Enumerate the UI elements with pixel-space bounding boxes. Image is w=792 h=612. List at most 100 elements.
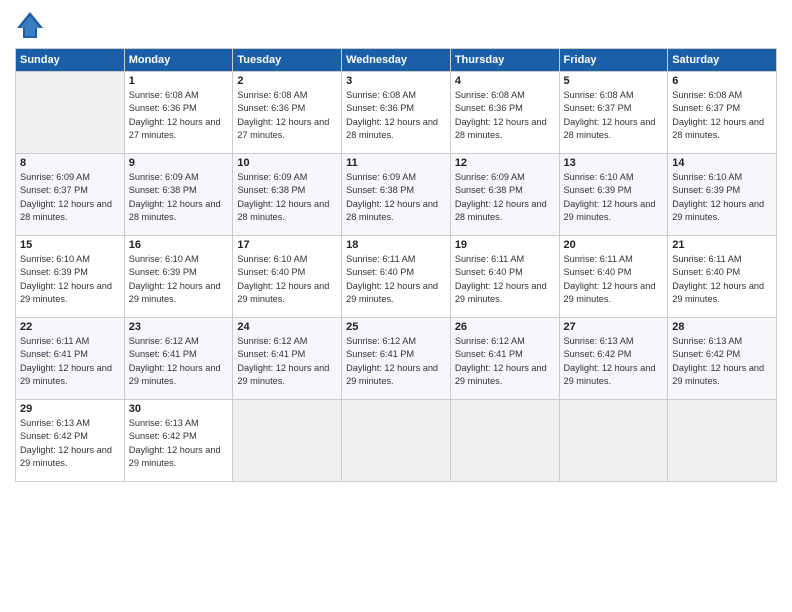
calendar-cell: 5 Sunrise: 6:08 AMSunset: 6:37 PMDaylight… bbox=[559, 72, 668, 154]
calendar-cell: 27 Sunrise: 6:13 AMSunset: 6:42 PMDayligh… bbox=[559, 318, 668, 400]
day-info: Sunrise: 6:13 AMSunset: 6:42 PMDaylight:… bbox=[20, 417, 120, 470]
day-info: Sunrise: 6:10 AMSunset: 6:39 PMDaylight:… bbox=[20, 253, 120, 306]
day-info: Sunrise: 6:10 AMSunset: 6:39 PMDaylight:… bbox=[564, 171, 664, 224]
day-number: 2 bbox=[237, 75, 337, 87]
calendar-cell: 4Sunrise: 6:08 AMSunset: 6:36 PMDaylight… bbox=[450, 72, 559, 154]
calendar-cell: 18 Sunrise: 6:11 AMSunset: 6:40 PMDayligh… bbox=[342, 236, 451, 318]
day-number: 6 bbox=[672, 75, 772, 87]
calendar-cell: 20 Sunrise: 6:11 AMSunset: 6:40 PMDayligh… bbox=[559, 236, 668, 318]
page: SundayMondayTuesdayWednesdayThursdayFrid… bbox=[0, 0, 792, 612]
day-info: Sunrise: 6:09 AMSunset: 6:38 PMDaylight:… bbox=[346, 171, 446, 224]
calendar-cell bbox=[450, 400, 559, 482]
calendar-cell: 9Sunrise: 6:09 AMSunset: 6:38 PMDaylight… bbox=[124, 154, 233, 236]
day-number: 22 bbox=[20, 321, 120, 333]
calendar-cell: 22 Sunrise: 6:11 AMSunset: 6:41 PMDayligh… bbox=[16, 318, 125, 400]
day-number: 30 bbox=[129, 403, 229, 415]
day-info: Sunrise: 6:10 AMSunset: 6:39 PMDaylight:… bbox=[672, 171, 772, 224]
day-info: Sunrise: 6:08 AMSunset: 6:36 PMDaylight:… bbox=[346, 89, 446, 142]
day-number: 27 bbox=[564, 321, 664, 333]
day-info: Sunrise: 6:13 AMSunset: 6:42 PMDaylight:… bbox=[672, 335, 772, 388]
day-number: 18 bbox=[346, 239, 446, 251]
calendar-cell: 19 Sunrise: 6:11 AMSunset: 6:40 PMDayligh… bbox=[450, 236, 559, 318]
calendar-cell: 8 Sunrise: 6:09 AMSunset: 6:37 PMDaylight… bbox=[16, 154, 125, 236]
day-info: Sunrise: 6:08 AMSunset: 6:37 PMDaylight:… bbox=[564, 89, 664, 142]
day-number: 20 bbox=[564, 239, 664, 251]
day-info: Sunrise: 6:13 AMSunset: 6:42 PMDaylight:… bbox=[564, 335, 664, 388]
day-number: 4 bbox=[455, 75, 555, 87]
calendar-day-header: Friday bbox=[559, 49, 668, 72]
calendar-cell: 26Sunrise: 6:12 AMSunset: 6:41 PMDayligh… bbox=[450, 318, 559, 400]
day-info: Sunrise: 6:09 AMSunset: 6:37 PMDaylight:… bbox=[20, 171, 120, 224]
day-info: Sunrise: 6:12 AMSunset: 6:41 PMDaylight:… bbox=[237, 335, 337, 388]
day-info: Sunrise: 6:09 AMSunset: 6:38 PMDaylight:… bbox=[455, 171, 555, 224]
calendar-cell bbox=[559, 400, 668, 482]
day-number: 24 bbox=[237, 321, 337, 333]
day-number: 15 bbox=[20, 239, 120, 251]
day-number: 5 bbox=[564, 75, 664, 87]
day-number: 13 bbox=[564, 157, 664, 169]
calendar-day-header: Thursday bbox=[450, 49, 559, 72]
day-info: Sunrise: 6:09 AMSunset: 6:38 PMDaylight:… bbox=[237, 171, 337, 224]
calendar-cell: 16Sunrise: 6:10 AMSunset: 6:39 PMDayligh… bbox=[124, 236, 233, 318]
calendar-cell: 15 Sunrise: 6:10 AMSunset: 6:39 PMDayligh… bbox=[16, 236, 125, 318]
calendar-cell: 11 Sunrise: 6:09 AMSunset: 6:38 PMDayligh… bbox=[342, 154, 451, 236]
day-info: Sunrise: 6:08 AMSunset: 6:36 PMDaylight:… bbox=[237, 89, 337, 142]
day-number: 29 bbox=[20, 403, 120, 415]
day-info: Sunrise: 6:08 AMSunset: 6:36 PMDaylight:… bbox=[129, 89, 229, 142]
calendar-cell: 30 Sunrise: 6:13 AMSunset: 6:42 PMDayligh… bbox=[124, 400, 233, 482]
calendar-cell: 12 Sunrise: 6:09 AMSunset: 6:38 PMDayligh… bbox=[450, 154, 559, 236]
calendar-day-header: Sunday bbox=[16, 49, 125, 72]
day-info: Sunrise: 6:12 AMSunset: 6:41 PMDaylight:… bbox=[129, 335, 229, 388]
calendar-day-header: Monday bbox=[124, 49, 233, 72]
calendar-day-header: Saturday bbox=[668, 49, 777, 72]
day-number: 17 bbox=[237, 239, 337, 251]
header bbox=[15, 10, 777, 40]
calendar-cell: 13 Sunrise: 6:10 AMSunset: 6:39 PMDayligh… bbox=[559, 154, 668, 236]
calendar-week-row: 8 Sunrise: 6:09 AMSunset: 6:37 PMDaylight… bbox=[16, 154, 777, 236]
calendar-cell: 24 Sunrise: 6:12 AMSunset: 6:41 PMDayligh… bbox=[233, 318, 342, 400]
day-info: Sunrise: 6:11 AMSunset: 6:41 PMDaylight:… bbox=[20, 335, 120, 388]
calendar-cell bbox=[342, 400, 451, 482]
day-info: Sunrise: 6:11 AMSunset: 6:40 PMDaylight:… bbox=[672, 253, 772, 306]
day-number: 11 bbox=[346, 157, 446, 169]
calendar-cell: 2 Sunrise: 6:08 AMSunset: 6:36 PMDaylight… bbox=[233, 72, 342, 154]
calendar-cell: 23 Sunrise: 6:12 AMSunset: 6:41 PMDayligh… bbox=[124, 318, 233, 400]
day-info: Sunrise: 6:10 AMSunset: 6:39 PMDaylight:… bbox=[129, 253, 229, 306]
calendar-cell bbox=[16, 72, 125, 154]
calendar-table: SundayMondayTuesdayWednesdayThursdayFrid… bbox=[15, 48, 777, 482]
calendar-header-row: SundayMondayTuesdayWednesdayThursdayFrid… bbox=[16, 49, 777, 72]
logo bbox=[15, 10, 49, 40]
day-info: Sunrise: 6:08 AMSunset: 6:37 PMDaylight:… bbox=[672, 89, 772, 142]
day-number: 8 bbox=[20, 157, 120, 169]
day-info: Sunrise: 6:10 AMSunset: 6:40 PMDaylight:… bbox=[237, 253, 337, 306]
calendar-day-header: Wednesday bbox=[342, 49, 451, 72]
day-number: 14 bbox=[672, 157, 772, 169]
day-info: Sunrise: 6:11 AMSunset: 6:40 PMDaylight:… bbox=[564, 253, 664, 306]
day-info: Sunrise: 6:12 AMSunset: 6:41 PMDaylight:… bbox=[455, 335, 555, 388]
calendar-cell: 21 Sunrise: 6:11 AMSunset: 6:40 PMDayligh… bbox=[668, 236, 777, 318]
calendar-cell bbox=[668, 400, 777, 482]
calendar-week-row: 15 Sunrise: 6:10 AMSunset: 6:39 PMDayligh… bbox=[16, 236, 777, 318]
calendar-cell: 6 Sunrise: 6:08 AMSunset: 6:37 PMDaylight… bbox=[668, 72, 777, 154]
day-number: 3 bbox=[346, 75, 446, 87]
calendar-cell bbox=[233, 400, 342, 482]
day-info: Sunrise: 6:11 AMSunset: 6:40 PMDaylight:… bbox=[346, 253, 446, 306]
day-number: 23 bbox=[129, 321, 229, 333]
day-number: 25 bbox=[346, 321, 446, 333]
day-number: 19 bbox=[455, 239, 555, 251]
day-number: 21 bbox=[672, 239, 772, 251]
day-info: Sunrise: 6:12 AMSunset: 6:41 PMDaylight:… bbox=[346, 335, 446, 388]
day-info: Sunrise: 6:11 AMSunset: 6:40 PMDaylight:… bbox=[455, 253, 555, 306]
calendar-cell: 28 Sunrise: 6:13 AMSunset: 6:42 PMDayligh… bbox=[668, 318, 777, 400]
day-number: 10 bbox=[237, 157, 337, 169]
day-number: 1 bbox=[129, 75, 229, 87]
calendar-cell: 10 Sunrise: 6:09 AMSunset: 6:38 PMDayligh… bbox=[233, 154, 342, 236]
calendar-week-row: 1 Sunrise: 6:08 AMSunset: 6:36 PMDaylight… bbox=[16, 72, 777, 154]
day-info: Sunrise: 6:09 AMSunset: 6:38 PMDaylight:… bbox=[129, 171, 229, 224]
calendar-cell: 17 Sunrise: 6:10 AMSunset: 6:40 PMDayligh… bbox=[233, 236, 342, 318]
day-number: 12 bbox=[455, 157, 555, 169]
calendar-week-row: 22 Sunrise: 6:11 AMSunset: 6:41 PMDayligh… bbox=[16, 318, 777, 400]
calendar-cell: 29 Sunrise: 6:13 AMSunset: 6:42 PMDayligh… bbox=[16, 400, 125, 482]
day-number: 28 bbox=[672, 321, 772, 333]
day-info: Sunrise: 6:13 AMSunset: 6:42 PMDaylight:… bbox=[129, 417, 229, 470]
